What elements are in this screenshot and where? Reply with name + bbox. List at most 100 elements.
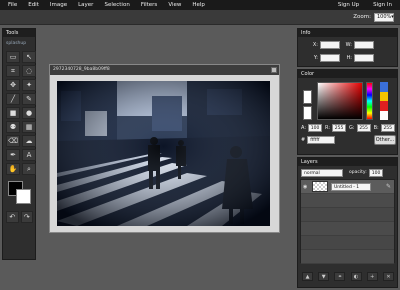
marquee-icon[interactable]: ▭ xyxy=(6,51,20,63)
menu-layer[interactable]: Layer xyxy=(78,2,93,8)
layer-list: ◉ Untitled - 1 ✎ xyxy=(300,179,395,264)
eraser-icon[interactable]: ⌫ xyxy=(6,135,20,147)
other-color-button[interactable]: Other... xyxy=(374,135,396,145)
layers-panel-title: Layers xyxy=(298,158,397,166)
splashup-logo-text: splashup xyxy=(6,40,27,46)
zoom-value: 100% xyxy=(377,14,392,20)
move-up-icon[interactable]: ▲ xyxy=(302,272,313,281)
red-label: R: xyxy=(325,125,331,131)
clone-icon[interactable]: ⚉ xyxy=(6,121,20,133)
menu-help[interactable]: Help xyxy=(192,2,205,8)
layer-controls: normal opacity: 100 xyxy=(298,166,397,179)
color-panel: Color A: 100 R: 255 G: 255 B: 255 # ffff… xyxy=(297,69,398,155)
layer-name-input[interactable]: Untitled - 1 xyxy=(331,182,371,191)
color-picker-area[interactable] xyxy=(317,82,363,120)
redo-icon[interactable]: ↷ xyxy=(20,211,33,223)
color-panel-body: A: 100 R: 255 G: 255 B: 255 # ffffff Oth… xyxy=(298,78,397,156)
transform-icon[interactable]: ✥ xyxy=(6,79,20,91)
hex-row: # ffffff Other... xyxy=(301,135,396,145)
document-canvas[interactable] xyxy=(57,81,270,226)
link-icon[interactable]: ⚭ xyxy=(334,272,346,281)
info-panel: Info X: W: Y: H: xyxy=(297,28,398,67)
smudge-icon[interactable]: ☁ xyxy=(22,135,36,147)
document-window[interactable]: 2972340728_9ba8b09ff8 xyxy=(49,64,280,233)
green-label: G: xyxy=(349,125,355,131)
color-palette xyxy=(380,82,388,120)
w-label: W: xyxy=(345,41,352,48)
empty-layer-slot xyxy=(301,208,394,222)
move-icon[interactable]: ↖ xyxy=(22,51,36,63)
pencil-icon[interactable]: ✎ xyxy=(22,93,36,105)
rectangle-icon[interactable]: ■ xyxy=(6,107,20,119)
document-title[interactable]: 2972340728_9ba8b09ff8 xyxy=(50,65,279,75)
blue-label: B: xyxy=(373,125,379,131)
account-links: Sign Up Sign In xyxy=(324,2,400,8)
color-swatches xyxy=(3,179,35,209)
zoom-bar: Zoom: 100% ▾ xyxy=(0,10,400,25)
color-panel-title: Color xyxy=(298,70,397,78)
info-row-xw: X: W: xyxy=(298,39,397,50)
move-down-icon[interactable]: ▼ xyxy=(318,272,330,281)
dropper-icon[interactable]: ✒ xyxy=(6,149,20,161)
y-label: Y: xyxy=(313,54,318,61)
lasso-icon[interactable]: ◌ xyxy=(22,65,36,77)
tools-panel-title: Tools xyxy=(3,29,35,37)
ellipse-icon[interactable]: ● xyxy=(22,107,36,119)
new-layer-icon[interactable]: + xyxy=(366,272,378,281)
zoom-select[interactable]: 100% ▾ xyxy=(374,12,394,22)
menu-selection[interactable]: Selection xyxy=(104,2,129,8)
splashup-logo: splashup xyxy=(3,37,35,49)
delete-layer-icon[interactable]: ✕ xyxy=(382,272,394,281)
palette-swatch[interactable] xyxy=(380,101,388,111)
adjust-icon[interactable]: ◐ xyxy=(350,272,362,281)
h-label: H: xyxy=(346,54,352,61)
red-input[interactable]: 255 xyxy=(332,124,347,132)
text-icon[interactable]: A xyxy=(22,149,36,161)
green-input[interactable]: 255 xyxy=(356,124,371,132)
crop-icon[interactable]: ⌗ xyxy=(6,65,20,77)
previous-color-swatch[interactable] xyxy=(303,106,312,120)
menu-image[interactable]: Image xyxy=(50,2,67,8)
street-photo-image xyxy=(57,81,270,226)
x-label: X: xyxy=(312,41,318,48)
gradient-icon[interactable]: ▦ xyxy=(22,121,36,133)
blue-input[interactable]: 255 xyxy=(380,124,395,132)
color-swap-bar: ↶ ↷ xyxy=(3,211,35,223)
background-color-swatch[interactable] xyxy=(16,189,31,204)
current-color-swatch[interactable] xyxy=(303,90,312,104)
blend-mode-select[interactable]: normal xyxy=(301,168,343,177)
close-icon[interactable] xyxy=(271,67,277,73)
alpha-input[interactable]: 100 xyxy=(308,124,323,132)
menu-filters[interactable]: Filters xyxy=(141,2,158,8)
hue-slider[interactable] xyxy=(366,82,373,120)
brush-icon[interactable]: ╱ xyxy=(6,93,20,105)
zoom-icon[interactable]: ⌕ xyxy=(22,163,36,175)
layer-row[interactable]: ◉ Untitled - 1 ✎ xyxy=(301,180,394,194)
paint-icon[interactable]: ✎ xyxy=(386,183,391,190)
menu-view[interactable]: View xyxy=(168,2,181,8)
menu-edit[interactable]: Edit xyxy=(28,2,39,8)
tools-panel: Tools splashup ▭ ↖ ⌗ ◌ ✥ ✦ ╱ ✎ ■ ● ⚉ ▦ ⌫ ☁ ✒ A ✋ ⌕ ↶ ↷ xyxy=(2,28,36,260)
magic-wand-icon[interactable]: ✦ xyxy=(22,79,36,91)
zoom-label: Zoom: xyxy=(353,14,371,20)
hex-input[interactable]: ffffff xyxy=(307,136,336,144)
menu-file[interactable]: File xyxy=(8,2,17,8)
h-field xyxy=(354,53,374,62)
hand-icon[interactable]: ✋ xyxy=(6,163,20,175)
opacity-select[interactable]: 100 xyxy=(368,168,383,177)
layer-thumbnail xyxy=(312,181,328,192)
info-panel-title: Info xyxy=(298,29,397,37)
palette-swatch[interactable] xyxy=(380,91,388,101)
main-menu: File Edit Image Layer Selection Filters … xyxy=(0,2,216,8)
chevron-down-icon: ▾ xyxy=(391,14,394,20)
palette-swatch[interactable] xyxy=(380,82,388,92)
sign-in-link[interactable]: Sign In xyxy=(373,2,392,8)
empty-layer-slot xyxy=(301,194,394,208)
info-row-yh: Y: H: xyxy=(298,52,397,63)
sign-up-link[interactable]: Sign Up xyxy=(338,2,359,8)
tool-grid: ▭ ↖ ⌗ ◌ ✥ ✦ ╱ ✎ ■ ● ⚉ ▦ ⌫ ☁ ✒ A ✋ ⌕ xyxy=(3,49,36,175)
eye-icon[interactable]: ◉ xyxy=(303,184,309,190)
palette-swatch[interactable] xyxy=(380,110,388,120)
undo-icon[interactable]: ↶ xyxy=(6,211,19,223)
hex-label: # xyxy=(301,137,306,143)
